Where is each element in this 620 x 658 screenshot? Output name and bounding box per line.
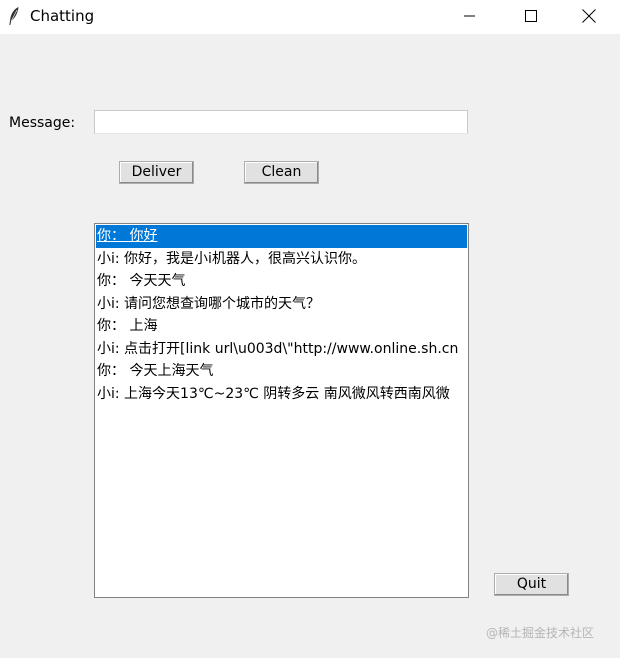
chat-line[interactable]: 你： 今天上海天气 xyxy=(96,360,467,383)
feather-icon xyxy=(9,7,19,25)
chat-history-list[interactable]: 你： 你好 小i: 你好，我是小i机器人，很高兴认识你。 你： 今天天气 小i:… xyxy=(94,223,469,598)
maximize-button[interactable] xyxy=(506,0,556,32)
maximize-icon xyxy=(525,10,537,22)
close-button[interactable] xyxy=(564,0,614,32)
title-bar: Chatting xyxy=(0,0,620,34)
minimize-button[interactable] xyxy=(445,0,495,32)
deliver-button[interactable]: Deliver xyxy=(119,161,194,184)
chat-line[interactable]: 小i: 上海今天13℃~23℃ 阴转多云 南风微风转西南风微 xyxy=(96,383,467,406)
chat-line[interactable]: 小i: 你好，我是小i机器人，很高兴认识你。 xyxy=(96,248,467,271)
chat-line[interactable]: 你： 上海 xyxy=(96,315,467,338)
chat-line[interactable]: 你： 你好 xyxy=(96,225,467,248)
watermark: @稀土掘金技术社区 xyxy=(486,626,595,640)
close-icon xyxy=(582,9,596,23)
quit-button[interactable]: Quit xyxy=(494,573,569,596)
clean-button[interactable]: Clean xyxy=(244,161,319,184)
message-input[interactable] xyxy=(94,110,468,134)
chat-line[interactable]: 你： 今天天气 xyxy=(96,270,467,293)
minimize-icon xyxy=(464,15,475,17)
window-title: Chatting xyxy=(30,7,95,25)
message-label: Message: xyxy=(9,115,76,131)
chat-line[interactable]: 小i: 点击打开[link url\u003d\"http://www.onli… xyxy=(96,338,467,361)
chat-line[interactable]: 小i: 请问您想查询哪个城市的天气？ xyxy=(96,293,467,316)
